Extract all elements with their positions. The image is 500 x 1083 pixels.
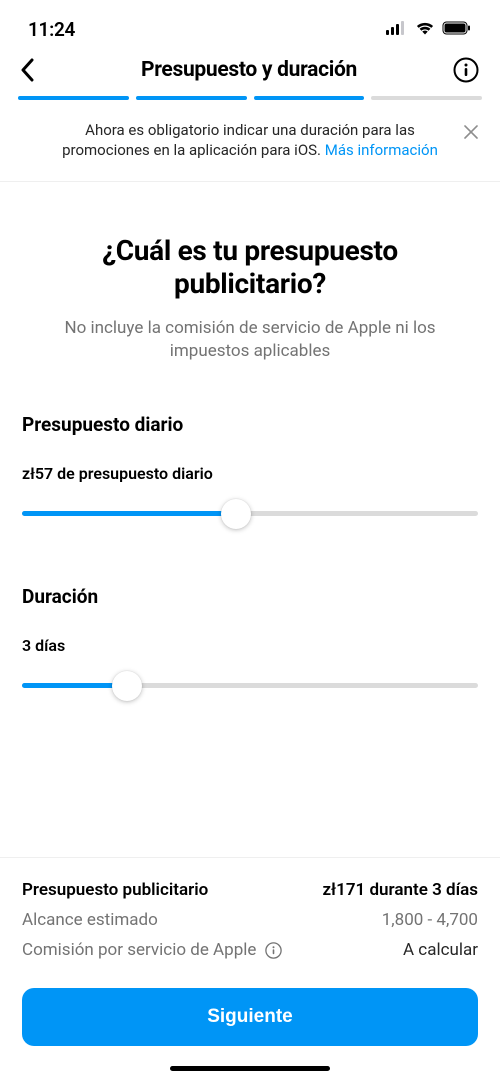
info-banner: Ahora es obligatorio indicar una duració… <box>0 120 500 182</box>
duration-value: 3 días <box>22 636 478 655</box>
duration-slider[interactable] <box>22 671 478 701</box>
info-icon <box>453 57 479 83</box>
progress-step-2 <box>136 96 247 100</box>
next-button[interactable]: Siguiente <box>22 988 478 1046</box>
banner-close-button[interactable] <box>464 124 478 143</box>
duration-section: Duración 3 días <box>0 585 500 701</box>
banner-link[interactable]: Más información <box>325 141 438 159</box>
progress-step-3 <box>254 96 365 100</box>
summary-panel: Presupuesto publicitario zł171 durante 3… <box>0 857 500 1083</box>
summary-fee-label-text: Comisión por servicio de Apple <box>22 940 256 960</box>
duration-label: Duración <box>22 585 478 608</box>
summary-budget-label: Presupuesto publicitario <box>22 880 208 900</box>
fee-info-button[interactable] <box>265 942 282 959</box>
progress-step-4 <box>371 96 482 100</box>
slider-thumb[interactable] <box>221 499 251 529</box>
hero-subtitle: No incluye la comisión de servicio de Ap… <box>36 317 464 363</box>
back-button[interactable] <box>20 57 46 83</box>
summary-fee-label: Comisión por servicio de Apple <box>22 940 282 960</box>
chevron-left-icon <box>20 58 35 82</box>
summary-row-reach: Alcance estimado 1,800 - 4,700 <box>22 910 478 930</box>
budget-section: Presupuesto diario zł57 de presupuesto d… <box>0 413 500 529</box>
slider-thumb[interactable] <box>112 671 142 701</box>
progress-bar <box>0 96 500 100</box>
hero-title: ¿Cuál es tu presupuesto publicitario? <box>36 234 464 301</box>
summary-reach-value: 1,800 - 4,700 <box>382 910 478 930</box>
cellular-icon <box>386 20 408 39</box>
info-button[interactable] <box>452 56 480 84</box>
status-time: 11:24 <box>28 18 75 41</box>
status-bar: 11:24 <box>0 0 500 48</box>
banner-text: Ahora es obligatorio indicar una duració… <box>44 120 456 161</box>
battery-icon <box>442 20 472 39</box>
summary-row-fee: Comisión por servicio de Apple A calcula… <box>22 940 478 960</box>
status-indicators <box>386 20 472 39</box>
progress-step-1 <box>18 96 129 100</box>
close-icon <box>464 125 478 139</box>
hero-section: ¿Cuál es tu presupuesto publicitario? No… <box>0 182 500 363</box>
summary-fee-value: A calcular <box>403 940 478 960</box>
budget-value: zł57 de presupuesto diario <box>22 464 478 483</box>
wifi-icon <box>415 20 435 39</box>
header: Presupuesto y duración <box>0 48 500 96</box>
budget-label: Presupuesto diario <box>22 413 478 436</box>
summary-budget-value: zł171 durante 3 días <box>322 880 478 900</box>
budget-slider[interactable] <box>22 499 478 529</box>
summary-row-budget: Presupuesto publicitario zł171 durante 3… <box>22 880 478 900</box>
home-indicator[interactable] <box>170 1066 330 1071</box>
summary-reach-label: Alcance estimado <box>22 910 158 930</box>
slider-fill <box>22 511 236 516</box>
info-icon <box>265 942 282 959</box>
page-title: Presupuesto y duración <box>141 58 357 82</box>
